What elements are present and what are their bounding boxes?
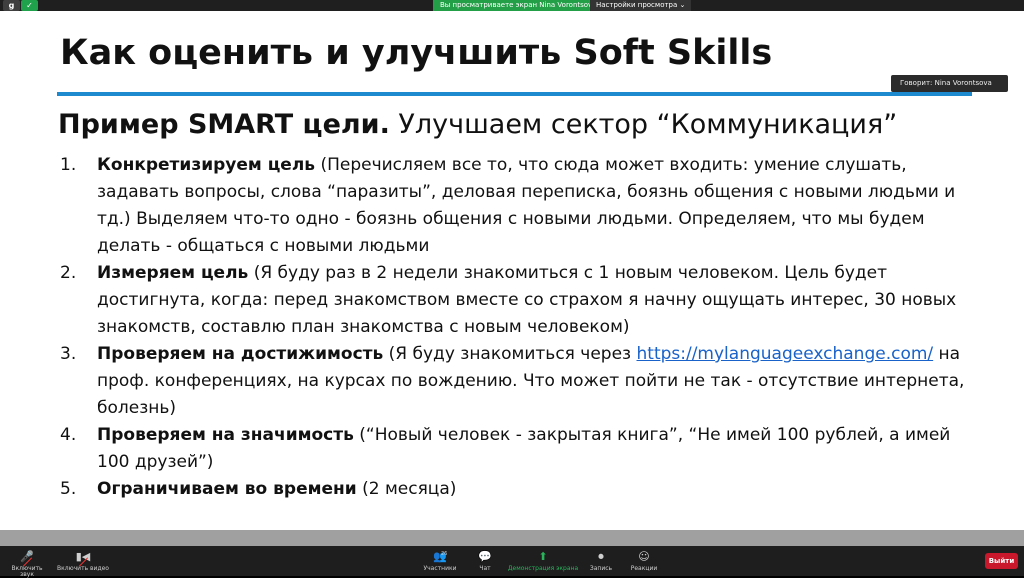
meeting-top-bar: g ✓ Вы просматриваете экран Nina Voronts… xyxy=(0,0,1024,11)
chat-button[interactable]: 💬 Чат xyxy=(474,546,496,576)
record-button[interactable]: ⏺ Запись xyxy=(585,546,617,576)
share-screen-icon: ⬆ xyxy=(538,550,548,563)
reactions-label: Реакции xyxy=(630,565,658,572)
step-heading: Проверяем на достижимость xyxy=(97,344,384,364)
unmute-button[interactable]: 🎤 Включить звук xyxy=(4,546,50,578)
list-item: 4. Проверяем на значимость (“Новый челов… xyxy=(60,422,965,476)
step-heading: Проверяем на значимость xyxy=(97,425,354,445)
viewing-screen-banner: Вы просматриваете экран Nina Vorontsova xyxy=(433,0,604,11)
share-screen-button[interactable]: ⬆ Демонстрация экрана xyxy=(505,546,581,576)
list-item: 1. Конкретизируем цель (Перечисляем все … xyxy=(60,152,965,260)
chevron-down-icon: ⌄ xyxy=(679,1,686,9)
shared-slide: Как оценить и улучшить Soft Skills Приме… xyxy=(0,11,1024,546)
shield-icon[interactable]: ✓ xyxy=(21,0,38,11)
step-detail: (2 месяца) xyxy=(356,479,457,499)
step-number: 1. xyxy=(60,155,77,175)
step-text: Проверяем на значимость (“Новый человек … xyxy=(97,422,965,476)
exchange-link[interactable]: https://mylanguageexchange.com/ xyxy=(637,344,934,364)
step-text: Измеряем цель (Я буду раз в 2 недели зна… xyxy=(97,260,965,341)
record-label: Запись xyxy=(589,565,613,572)
slide-title: Как оценить и улучшить Soft Skills xyxy=(60,33,773,73)
unmute-label: Включить звук xyxy=(11,565,43,578)
participants-count: 26 xyxy=(441,551,448,557)
active-speaker-label: Говорит: Nina Vorontsova xyxy=(891,75,1008,92)
chat-label: Чат xyxy=(479,565,491,572)
title-rule xyxy=(57,92,972,96)
start-video-button[interactable]: ▮◀ Включить видео xyxy=(56,546,110,576)
chat-icon: 💬 xyxy=(478,550,492,563)
step-number: 2. xyxy=(60,263,77,283)
video-camera-icon: ▮◀ xyxy=(56,551,110,567)
microphone-icon: 🎤 xyxy=(4,551,50,567)
start-video-label: Включить видео xyxy=(57,565,109,572)
list-item: 3. Проверяем на достижимость (Я буду зна… xyxy=(60,341,965,422)
step-heading: Конкретизируем цель xyxy=(97,155,316,175)
step-number: 3. xyxy=(60,344,77,364)
subtitle-text: Улучшаем сектор “Коммуникация” xyxy=(389,109,898,140)
step-number: 4. xyxy=(60,425,77,445)
step-text: Конкретизируем цель (Перечисляем все то,… xyxy=(97,152,965,260)
subtitle-bold: Пример SMART цели. xyxy=(58,109,390,140)
record-icon: ⏺ xyxy=(598,550,604,563)
step-heading: Измеряем цель xyxy=(97,263,249,283)
list-item: 2. Измеряем цель (Я буду раз в 2 недели … xyxy=(60,260,965,341)
view-options-label: Настройки просмотра xyxy=(596,1,678,9)
reactions-button[interactable]: ☺ Реакции xyxy=(626,546,662,576)
step-detail: (Я буду знакомиться через xyxy=(383,344,637,364)
slide-footer-band xyxy=(0,530,1024,546)
step-text: Ограничиваем во времени (2 месяца) xyxy=(97,476,965,503)
slide-subtitle: Пример SMART цели. Улучшаем сектор “Комм… xyxy=(58,109,897,141)
participants-label: Участники xyxy=(423,565,457,572)
view-options-button[interactable]: Настройки просмотра ⌄ xyxy=(590,0,692,11)
list-item: 5. Ограничиваем во времени (2 месяца) xyxy=(60,476,965,503)
participants-button[interactable]: 👥 26 Участники xyxy=(421,546,459,576)
meeting-toolbar: 🎤 Включить звук ▮◀ Включить видео 👥 26 Уч… xyxy=(0,546,1024,578)
step-text: Проверяем на достижимость (Я буду знаком… xyxy=(97,341,965,422)
step-number: 5. xyxy=(60,479,77,499)
participants-icon: 👥 26 xyxy=(433,550,448,563)
exit-meeting-button[interactable]: Выйти xyxy=(985,553,1018,569)
step-heading: Ограничиваем во времени xyxy=(97,479,357,499)
smart-steps-list: 1. Конкретизируем цель (Перечисляем все … xyxy=(60,152,965,503)
reactions-icon: ☺ xyxy=(638,550,650,563)
share-screen-label: Демонстрация экрана xyxy=(507,565,579,572)
app-icon[interactable]: g xyxy=(3,0,20,11)
